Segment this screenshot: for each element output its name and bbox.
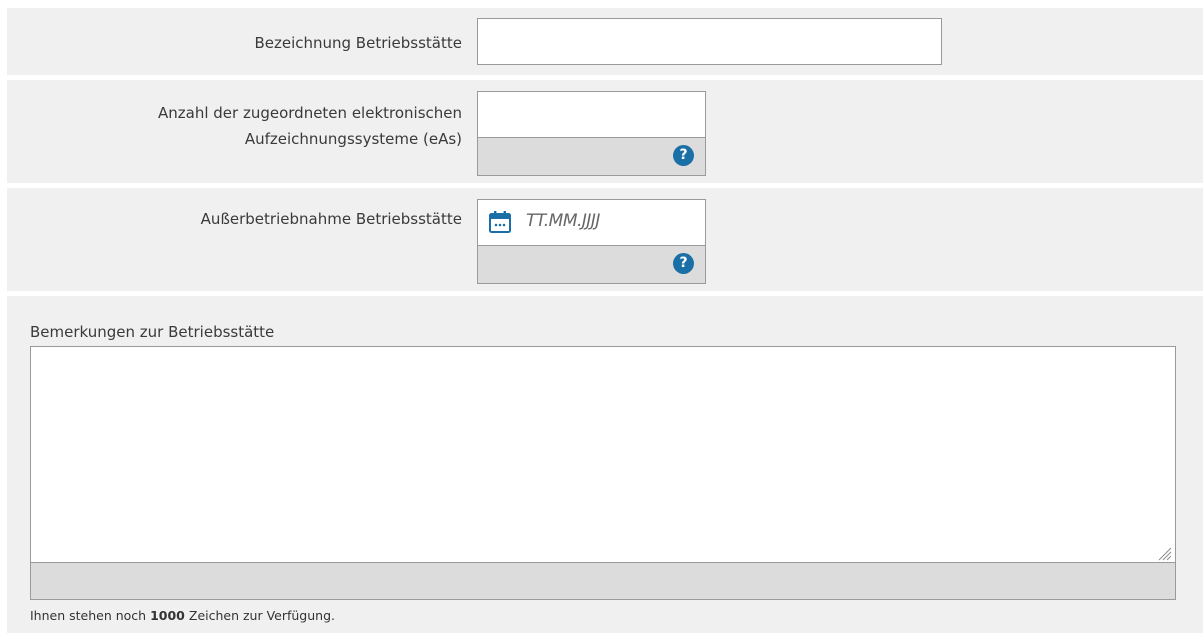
row-ausserbetriebnahme: Außerbetriebnahme Betriebsstätte TT.MM.J… — [7, 188, 1203, 291]
calendar-icon[interactable] — [488, 210, 512, 234]
bemerkungen-field — [30, 346, 1176, 600]
betriebsstaette-form: Bezeichnung Betriebsstätte Anzahl der zu… — [7, 0, 1203, 633]
anzahl-eas-field: ? — [477, 91, 706, 176]
resize-grip-icon[interactable] — [1156, 545, 1172, 561]
row-bemerkungen: Bemerkungen zur Betriebsstätte Ihnen ste… — [7, 296, 1203, 633]
label-bemerkungen: Bemerkungen zur Betriebsstätte — [30, 323, 275, 341]
help-icon[interactable]: ? — [673, 145, 694, 166]
char-count-hint: Ihnen stehen noch 1000 Zeichen zur Verfü… — [30, 608, 335, 623]
date-placeholder: TT.MM.JJJJ — [526, 211, 600, 231]
row-bezeichnung: Bezeichnung Betriebsstätte — [7, 8, 1203, 75]
char-hint-prefix: Ihnen stehen noch — [30, 608, 147, 623]
date-input[interactable]: TT.MM.JJJJ — [478, 200, 705, 246]
help-icon[interactable]: ? — [673, 253, 694, 274]
label-bezeichnung: Bezeichnung Betriebsstätte — [254, 34, 462, 52]
bezeichnung-input[interactable] — [477, 18, 942, 65]
label-ausserbetriebnahme: Außerbetriebnahme Betriebsstätte — [200, 210, 462, 228]
remaining-chars: 1000 — [150, 608, 185, 623]
bemerkungen-textarea[interactable] — [31, 347, 1175, 563]
ausserbetriebnahme-field: TT.MM.JJJJ ? — [477, 199, 706, 284]
label-anzahl-eas-line2: Aufzeichnungssysteme (eAs) — [244, 130, 462, 148]
anzahl-eas-input[interactable] — [478, 92, 705, 138]
char-hint-suffix: Zeichen zur Verfügung. — [188, 608, 335, 623]
label-anzahl-eas-line1: Anzahl der zugeordneten elektronischen — [158, 104, 462, 122]
label-anzahl-eas: Anzahl der zugeordneten elektronischen A… — [158, 100, 462, 152]
row-anzahl-eas: Anzahl der zugeordneten elektronischen A… — [7, 80, 1203, 183]
